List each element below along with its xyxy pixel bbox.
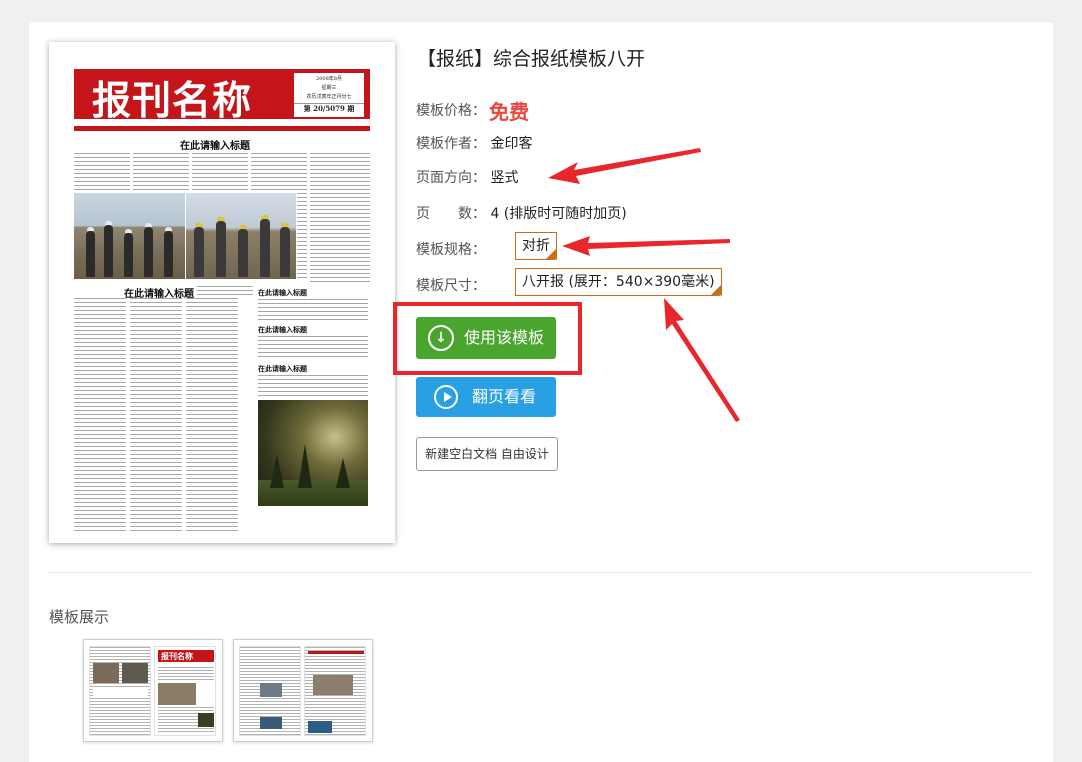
flip-preview-button[interactable]: 翻页看看 bbox=[416, 377, 556, 417]
text-column bbox=[251, 153, 307, 191]
text-column bbox=[130, 298, 182, 534]
news-photo bbox=[74, 193, 185, 279]
thumb-page bbox=[304, 646, 366, 736]
size-label: 模板尺寸： bbox=[416, 278, 486, 294]
new-blank-document-button[interactable]: 新建空白文档 自由设计 bbox=[416, 437, 558, 471]
gallery-title: 模板展示 bbox=[49, 608, 110, 626]
orientation-value: 竖式 bbox=[490, 170, 519, 186]
side-headline: 在此请输入标题 bbox=[258, 326, 307, 334]
text-column bbox=[133, 153, 189, 191]
selected-check-icon bbox=[709, 284, 723, 311]
news-photo bbox=[258, 400, 368, 506]
masthead-rule bbox=[74, 126, 370, 131]
orientation-label: 页面方向： bbox=[416, 170, 486, 186]
flip-preview-label: 翻页看看 bbox=[472, 387, 537, 406]
side-headline: 在此请输入标题 bbox=[258, 365, 307, 373]
pages-value: 4 (排版时可随时加页) bbox=[490, 206, 627, 222]
thumb-page: 报刊名称 bbox=[154, 646, 216, 736]
spec-option-chip[interactable]: 对折 bbox=[515, 232, 558, 275]
gallery-thumbnail-spread-2[interactable] bbox=[233, 639, 373, 742]
thumb-page bbox=[239, 646, 301, 736]
text-column bbox=[297, 193, 307, 279]
newspaper-preview[interactable]: 报刊名称 2008年8月 星期三 农历戊寅年正月廿七 第 20/5079 期 在… bbox=[49, 42, 395, 543]
masthead-banner: 报刊名称 2008年8月 星期三 农历戊寅年正月廿七 第 20/5079 期 bbox=[74, 69, 370, 124]
author-label: 模板作者： bbox=[416, 136, 486, 152]
download-icon: ↓ bbox=[428, 325, 454, 351]
play-icon bbox=[434, 385, 458, 409]
masthead-date-box: 2008年8月 星期三 农历戊寅年正月廿七 第 20/5079 期 bbox=[294, 73, 364, 117]
author-value: 金印客 bbox=[490, 136, 533, 152]
size-option-chip[interactable]: 八开报 (展开：540×390毫米) bbox=[515, 268, 723, 311]
thumb-page bbox=[89, 646, 151, 736]
headline-main: 在此请输入标题 bbox=[180, 141, 250, 152]
size-row: 模板尺寸： bbox=[416, 275, 486, 295]
section-divider bbox=[49, 572, 1033, 573]
text-column bbox=[258, 375, 368, 397]
pages-row: 页 数： 4 (排版时可随时加页) bbox=[416, 203, 627, 223]
price-row: 模板价格： bbox=[416, 100, 486, 120]
text-column bbox=[258, 336, 368, 358]
text-column bbox=[74, 298, 126, 534]
thumb-masthead: 报刊名称 bbox=[158, 650, 214, 662]
date-line: 2008年8月 bbox=[316, 76, 342, 82]
text-column bbox=[186, 298, 238, 534]
spec-row: 模板规格： bbox=[416, 239, 486, 259]
side-headline: 在此请输入标题 bbox=[258, 289, 307, 297]
use-template-label: 使用该模板 bbox=[464, 328, 545, 347]
template-detail-card: 报刊名称 2008年8月 星期三 农历戊寅年正月廿七 第 20/5079 期 在… bbox=[29, 22, 1053, 762]
text-column bbox=[310, 153, 370, 283]
template-title: 【报纸】综合报纸模板八开 bbox=[417, 48, 646, 70]
text-column bbox=[258, 299, 368, 321]
lunar-line: 农历戊寅年正月廿七 bbox=[306, 94, 352, 100]
text-column bbox=[74, 153, 130, 191]
price-label: 模板价格： bbox=[416, 103, 486, 119]
issue-number: 第 20/5079 期 bbox=[294, 103, 364, 113]
text-column bbox=[197, 286, 253, 298]
pages-label: 页 数： bbox=[416, 206, 486, 222]
size-value: 八开报 (展开：540×390毫米) bbox=[522, 274, 715, 290]
use-template-button[interactable]: ↓ 使用该模板 bbox=[416, 317, 556, 359]
spec-label: 模板规格： bbox=[416, 242, 486, 258]
selected-check-icon bbox=[545, 248, 558, 275]
masthead-title: 报刊名称 bbox=[92, 78, 253, 124]
price-value: 免费 bbox=[489, 100, 529, 124]
gallery-thumbnail-spread-1[interactable]: 报刊名称 bbox=[83, 639, 223, 742]
news-photo bbox=[186, 193, 296, 279]
text-column bbox=[192, 153, 248, 191]
author-row: 模板作者： 金印客 bbox=[416, 133, 532, 153]
weekday-line: 星期三 bbox=[321, 85, 337, 91]
orientation-row: 页面方向： 竖式 bbox=[416, 167, 518, 187]
